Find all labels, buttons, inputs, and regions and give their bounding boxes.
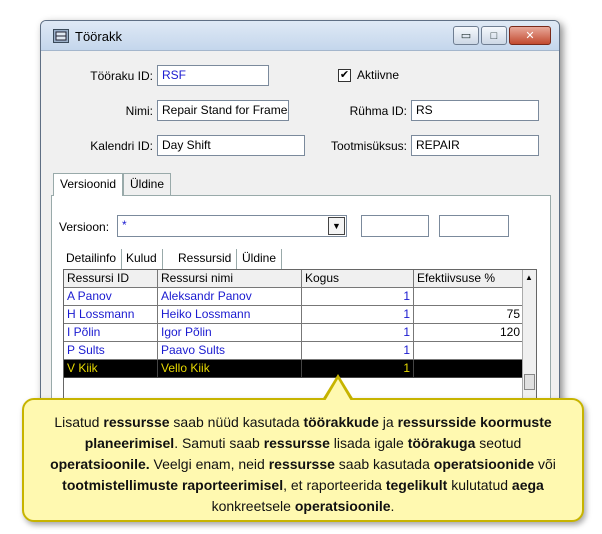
callout-text: saab nüüd kasutada [169, 414, 304, 430]
cell-resource-id[interactable]: H Lossmann [64, 306, 158, 324]
cell-resource-name[interactable]: Vello Kiik [158, 360, 302, 378]
tab-versions[interactable]: Versioonid [53, 173, 124, 196]
calendar-id-input[interactable]: Day Shift [157, 135, 305, 156]
callout-bold: töörakkude [303, 414, 379, 430]
cell-resource-id[interactable]: V Kiik [64, 360, 158, 378]
cell-efficiency[interactable]: 75 [414, 306, 524, 324]
cell-quantity[interactable]: 1 [302, 288, 414, 306]
name-label: Nimi: [125, 104, 153, 118]
callout-bold: tootmistellimuste raporteerimisel [62, 477, 284, 493]
cell-efficiency[interactable] [414, 342, 524, 360]
minimize-button[interactable]: ▭ [453, 26, 479, 45]
cell-efficiency[interactable] [414, 288, 524, 306]
scrollbar-thumb[interactable] [524, 374, 535, 390]
tab-costs[interactable]: Kulud [121, 249, 163, 269]
callout-bold: ressursse [268, 456, 335, 472]
table-row-selected[interactable]: V Kiik Vello Kiik 1 [64, 360, 524, 378]
cell-quantity[interactable]: 1 [302, 324, 414, 342]
table-row[interactable]: H Lossmann Heiko Lossmann 1 75 [64, 306, 524, 324]
callout-bold: ressursse [103, 414, 170, 430]
cell-efficiency[interactable]: 120 [414, 324, 524, 342]
chevron-down-icon[interactable]: ▼ [328, 217, 345, 235]
tab-resources[interactable]: Ressursid [173, 249, 238, 269]
cell-resource-id[interactable]: A Panov [64, 288, 158, 306]
cell-quantity[interactable]: 1 [302, 342, 414, 360]
version-from-input[interactable] [361, 215, 429, 237]
app-icon [53, 29, 69, 43]
callout-bold: operatsioonide [433, 456, 535, 472]
callout-bold: aega [511, 477, 544, 493]
cell-resource-name[interactable]: Igor Põlin [158, 324, 302, 342]
callout-text: kulutatud [447, 477, 512, 493]
table-header: Ressursi ID Ressursi nimi Kogus Efektiiv… [64, 270, 524, 288]
callout-text: Lisatud [54, 414, 104, 430]
workcell-id-input[interactable]: RSF [157, 65, 269, 86]
title-bar[interactable]: Töörakk ▭ □ ✕ [41, 21, 559, 51]
production-unit-label: Tootmisüksus: [330, 139, 407, 153]
production-unit-input[interactable]: REPAIR [411, 135, 539, 156]
callout-text: . [390, 498, 395, 514]
maximize-button[interactable]: □ [481, 26, 507, 45]
tab-general-inner[interactable]: Üldine [237, 249, 283, 269]
column-header-quantity[interactable]: Kogus [302, 270, 414, 288]
callout-bold: operatsioonile. [50, 456, 150, 472]
active-checkbox[interactable]: ✔ [338, 69, 351, 82]
callout-text: saab kasutada [334, 456, 434, 472]
column-header-resource-id[interactable]: Ressursi ID [64, 270, 158, 288]
cell-resource-id[interactable]: P Sults [64, 342, 158, 360]
callout-pointer-fill [325, 379, 351, 401]
cell-quantity[interactable]: 1 [302, 360, 414, 378]
version-label: Versioon: [59, 220, 110, 234]
cell-resource-id[interactable]: I Põlin [64, 324, 158, 342]
callout-text: ja [378, 414, 398, 430]
version-select-value: * [122, 218, 127, 232]
name-input[interactable]: Repair Stand for Frames [157, 100, 289, 121]
callout-text: Veelgi enam, neid [149, 456, 269, 472]
close-button[interactable]: ✕ [509, 26, 551, 45]
callout-bold: töörakuga [407, 435, 476, 451]
cell-efficiency[interactable] [414, 360, 524, 378]
calendar-id-label: Kalendri ID: [90, 139, 153, 153]
tab-general[interactable]: Üldine [123, 173, 172, 195]
cell-resource-name[interactable]: Aleksandr Panov [158, 288, 302, 306]
cell-resource-name[interactable]: Paavo Sults [158, 342, 302, 360]
active-checkbox-label: Aktiivne [357, 68, 400, 82]
version-to-input[interactable] [439, 215, 509, 237]
callout-text: , et raporteerida [283, 477, 386, 493]
callout-text: või [534, 456, 556, 472]
callout-text: lisada igale [329, 435, 408, 451]
column-header-efficiency[interactable]: Efektiivsuse % [414, 270, 524, 288]
callout-bold: tegelikult [385, 477, 448, 493]
group-id-label: Rühma ID: [349, 104, 407, 118]
group-id-input[interactable]: RS [411, 100, 539, 121]
table-row[interactable]: A Panov Aleksandr Panov 1 [64, 288, 524, 306]
table-row[interactable]: I Põlin Igor Põlin 1 120 [64, 324, 524, 342]
table-row[interactable]: P Sults Paavo Sults 1 [64, 342, 524, 360]
column-header-resource-name[interactable]: Ressursi nimi [158, 270, 302, 288]
window-title: Töörakk [75, 29, 122, 44]
workcell-window: Töörakk ▭ □ ✕ Tööraku ID: RSF ✔ Aktiivne… [40, 20, 560, 440]
callout-note: Lisatud ressursse saab nüüd kasutada töö… [22, 398, 584, 522]
callout-bold: ressursse [263, 435, 330, 451]
scroll-up-icon[interactable]: ▲ [525, 273, 533, 282]
version-select[interactable]: * ▼ [117, 215, 347, 237]
callout-bold: operatsioonile [294, 498, 391, 514]
cell-quantity[interactable]: 1 [302, 306, 414, 324]
tab-details[interactable]: Detailinfo [61, 249, 123, 269]
workcell-id-label: Tööraku ID: [90, 69, 153, 83]
callout-text: seotud [475, 435, 522, 451]
callout-text: konkreetsele [211, 498, 295, 514]
callout-text: . Samuti saab [174, 435, 264, 451]
cell-resource-name[interactable]: Heiko Lossmann [158, 306, 302, 324]
